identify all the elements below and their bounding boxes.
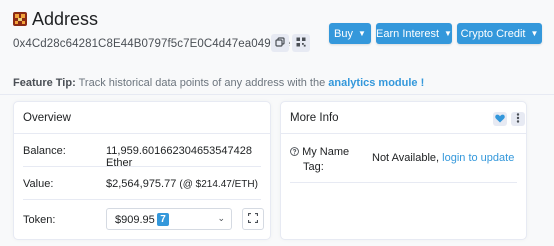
buy-label: Buy <box>334 27 354 40</box>
crypto-credit-button[interactable]: Crypto Credit ▼ <box>457 23 542 44</box>
page-title: Address <box>32 9 99 29</box>
more-info-card: More Info My Name Tag: Not Available, lo… <box>280 101 527 240</box>
token-amount: $909.95 <box>115 214 155 226</box>
login-to-update-link[interactable]: login to update <box>442 152 514 164</box>
analytics-module-link[interactable]: analytics module ! <box>328 77 424 89</box>
row-divider <box>23 166 261 167</box>
overview-card-header: Overview <box>14 102 270 134</box>
more-options-button[interactable] <box>511 112 525 126</box>
row-divider <box>23 199 261 200</box>
value-amount: $2,564,975.77 <box>106 178 177 190</box>
earn-interest-button[interactable]: Earn Interest ▼ <box>376 23 452 44</box>
question-circle-icon <box>290 146 299 160</box>
address-hash: 0x4Cd28c64281C8E44B0797f5c7E0C4d47ea049d… <box>13 38 291 50</box>
feature-tip: Feature Tip: Track historical data point… <box>13 77 424 89</box>
token-dropdown[interactable]: $909.95 7 ⌄ <box>106 208 232 230</box>
chevron-down-icon: ▼ <box>444 29 452 38</box>
name-tag-label-line2: Tag: <box>303 161 324 173</box>
feature-tip-label: Feature Tip: <box>13 77 76 89</box>
row-divider <box>290 182 517 183</box>
more-info-card-header: More Info <box>281 102 526 134</box>
name-tag-label: My Name Tag: <box>290 145 349 174</box>
overview-title: Overview <box>23 112 71 124</box>
name-tag-value: Not Available, login to update <box>372 152 514 164</box>
value-value: $2,564,975.77 (@ $214.47/ETH) <box>106 178 258 190</box>
earn-interest-label: Earn Interest <box>376 27 440 40</box>
divider <box>0 94 554 95</box>
expand-icon <box>247 210 259 228</box>
value-rate: (@ $214.47/ETH) <box>179 179 258 190</box>
name-tag-status: Not Available, <box>372 152 440 164</box>
token-count-badge: 7 <box>157 213 169 226</box>
feature-tip-text: Track historical data points of any addr… <box>78 77 326 89</box>
chevron-down-icon: ▼ <box>530 29 539 38</box>
vertical-ellipsis-icon <box>516 110 520 128</box>
address-blockie-icon <box>13 12 27 26</box>
heart-icon <box>495 110 505 128</box>
balance-label: Balance: <box>23 145 66 157</box>
overview-card: Overview Balance: 11,959.601662304653547… <box>13 101 271 240</box>
copy-icon <box>275 34 285 52</box>
copy-address-button[interactable] <box>271 34 289 52</box>
buy-button[interactable]: Buy ▼ <box>329 23 371 44</box>
token-expand-button[interactable] <box>242 208 264 230</box>
qr-code-icon <box>296 34 306 52</box>
name-tag-label-line1: My Name <box>302 146 350 158</box>
more-info-title: More Info <box>290 112 339 124</box>
chevron-down-icon: ⌄ <box>217 213 225 223</box>
token-label: Token: <box>23 214 56 226</box>
qr-code-button[interactable] <box>292 34 310 52</box>
value-label: Value: <box>23 178 54 190</box>
favorite-button[interactable] <box>493 112 507 126</box>
chevron-down-icon: ▼ <box>358 29 366 38</box>
crypto-credit-label: Crypto Credit <box>460 27 526 40</box>
